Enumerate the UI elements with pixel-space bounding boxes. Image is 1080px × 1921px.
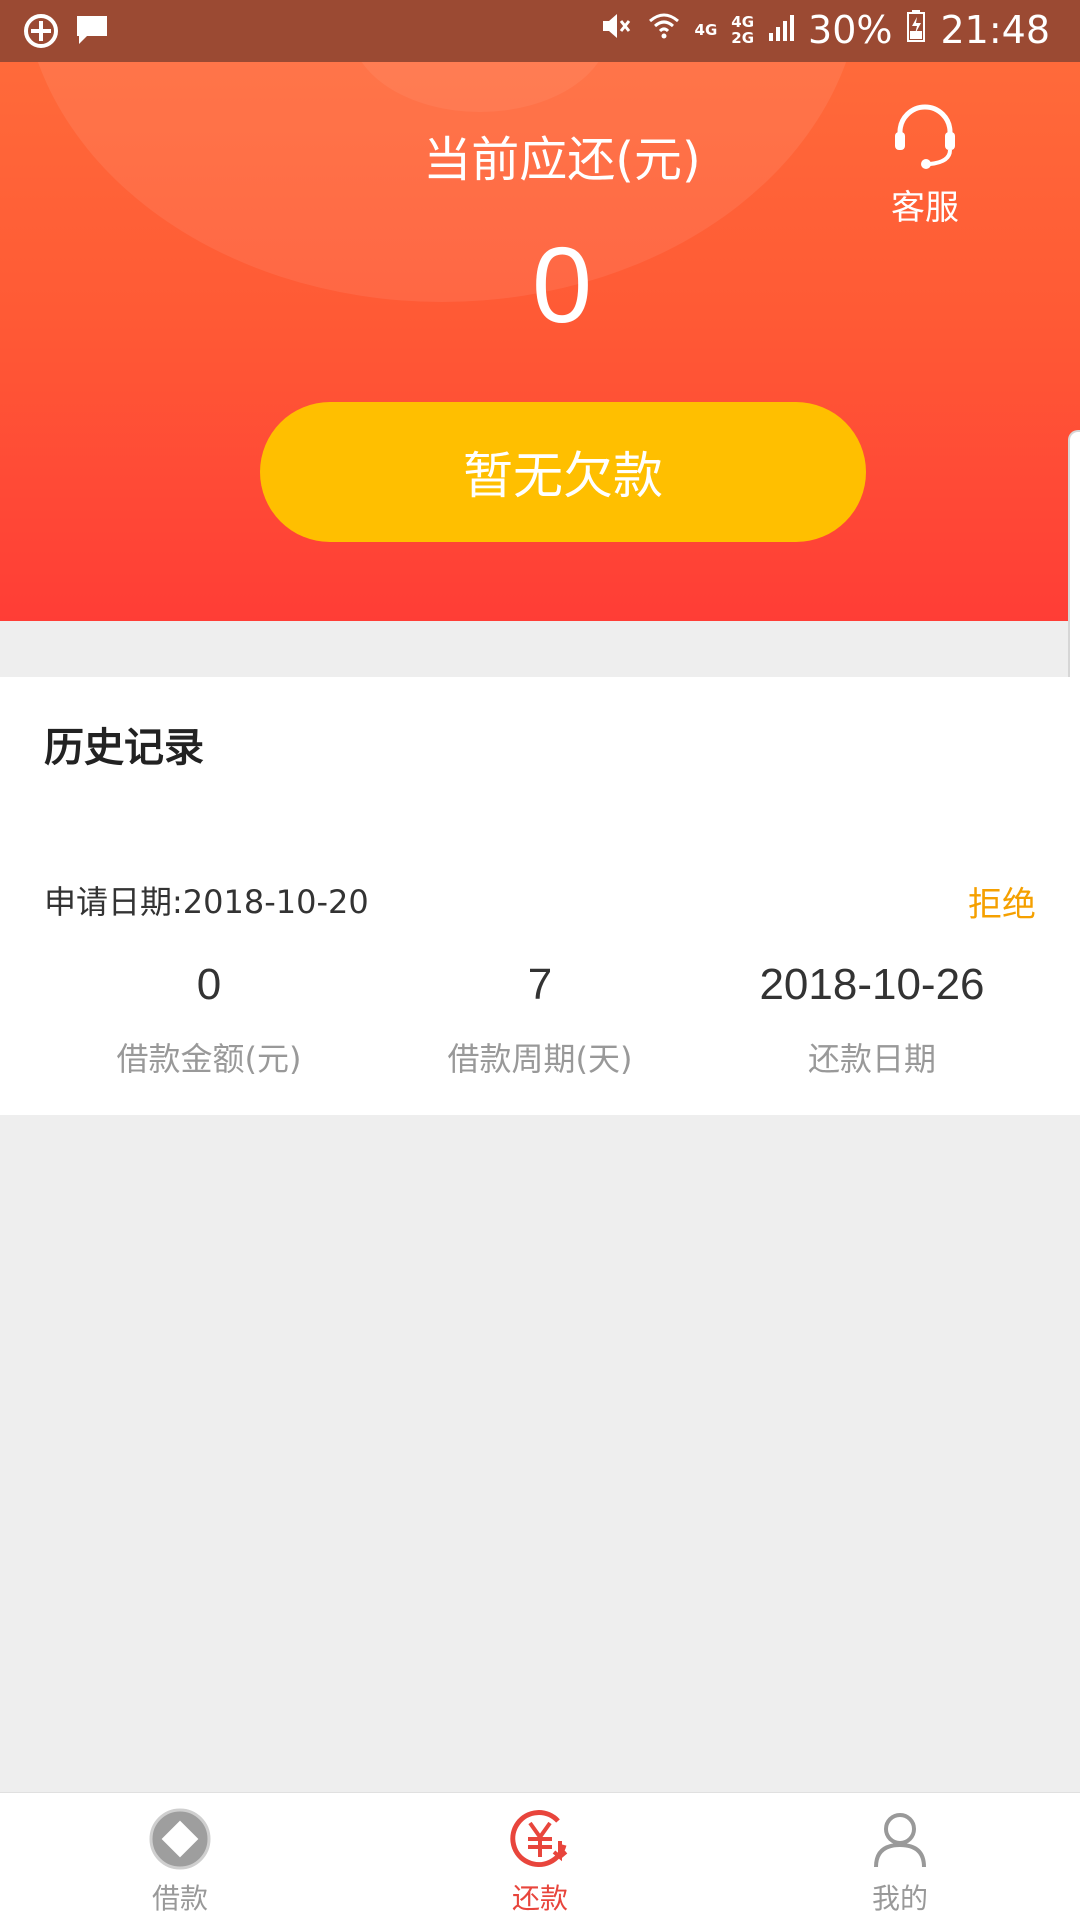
record-status-badge: 拒绝 <box>968 885 1036 925</box>
record-amount-column: 0 借款金额(元) <box>44 960 374 1080</box>
battery-charging-icon <box>906 8 926 52</box>
clock: 21:48 <box>940 8 1050 52</box>
loan-diamond-icon <box>148 1808 212 1875</box>
status-bar: 4G 4G 2G 30% 21:48 <box>0 0 1080 62</box>
tab-loan[interactable]: 借款 <box>80 1807 280 1917</box>
signal-icon <box>768 8 795 52</box>
record-period-label: 借款周期(天) <box>447 1040 633 1078</box>
repay-yuan-icon <box>508 1810 572 1875</box>
record-repay-date-value: 2018-10-26 <box>759 960 985 1009</box>
tab-loan-label: 借款 <box>151 1882 208 1915</box>
message-icon <box>74 12 110 54</box>
status-bar-system: 4G 4G 2G 30% 21:48 <box>599 8 1050 52</box>
network-label-dual: 4G 2G <box>731 14 754 46</box>
history-title: 历史记录 <box>44 725 204 771</box>
record-period-column: 7 借款周期(天) <box>375 960 705 1080</box>
repayment-summary-header: 当前应还(元) 0 暂无欠款 客服 <box>0 62 1080 621</box>
record-amount-label: 借款金额(元) <box>116 1040 302 1078</box>
network-dual-bottom: 2G <box>731 29 755 47</box>
customer-service-button[interactable]: 客服 <box>870 98 980 229</box>
tab-mine-label: 我的 <box>871 1882 928 1915</box>
headset-icon <box>890 104 960 178</box>
tab-repay-label: 还款 <box>511 1882 568 1915</box>
tab-repay[interactable]: 还款 <box>440 1807 640 1917</box>
current-due-amount: 0 <box>531 224 593 345</box>
history-section: 历史记录 申请日期:2018-10-20 拒绝 0 借款金额(元) 7 借款周期… <box>0 677 1080 1115</box>
mute-icon <box>599 8 633 52</box>
wifi-icon <box>647 8 681 52</box>
battery-percent: 30% <box>808 8 893 52</box>
record-amount-value: 0 <box>196 960 222 1009</box>
record-period-value: 7 <box>527 960 553 1009</box>
network-label-4g: 4G <box>694 21 718 39</box>
tab-mine[interactable]: 我的 <box>800 1807 1000 1917</box>
status-bar-notifications <box>22 12 110 54</box>
no-debt-button[interactable]: 暂无欠款 <box>260 402 866 542</box>
record-apply-date: 申请日期:2018-10-20 <box>44 883 369 921</box>
app-notification-icon <box>22 12 60 54</box>
record-repay-date-column: 2018-10-26 还款日期 <box>707 960 1037 1080</box>
bottom-tab-bar: 借款 还款 我的 <box>0 1792 1080 1921</box>
customer-service-label: 客服 <box>891 188 959 228</box>
user-icon <box>868 1813 932 1875</box>
record-repay-date-label: 还款日期 <box>807 1040 936 1078</box>
